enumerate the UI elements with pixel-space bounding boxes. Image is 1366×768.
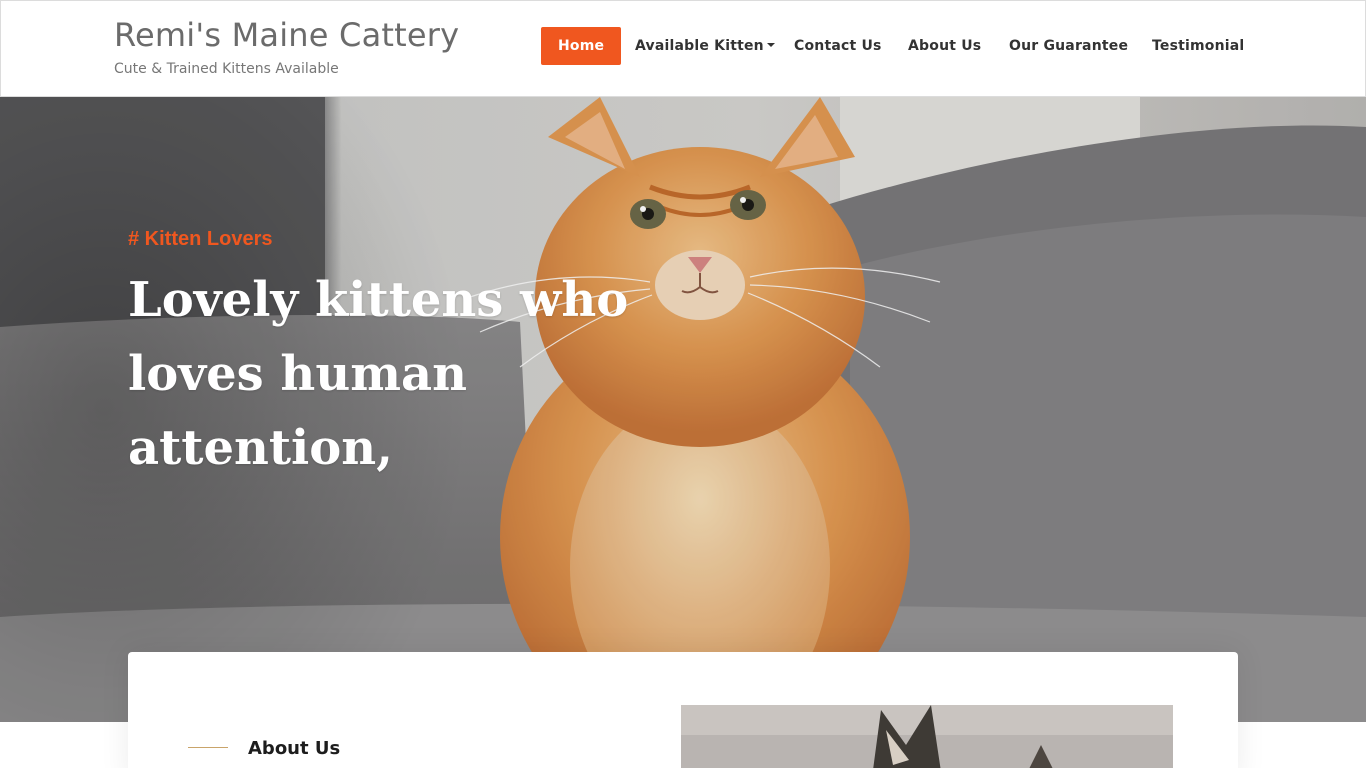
about-kitten-photo xyxy=(681,705,1173,768)
about-divider xyxy=(188,747,228,748)
nav-our-guarantee-label: Our Guarantee xyxy=(1009,38,1129,54)
about-section-card: About Us xyxy=(128,652,1238,768)
caret-down-icon xyxy=(766,43,775,47)
nav-contact-us[interactable]: Contact Us xyxy=(794,27,882,65)
nav-testimonial[interactable]: Testimonial xyxy=(1152,27,1244,65)
hero-banner: # Kitten Lovers Lovely kittens who loves… xyxy=(0,97,1366,722)
hero-kicker: # Kitten Lovers xyxy=(128,228,273,250)
nav-testimonial-label: Testimonial xyxy=(1152,38,1245,54)
nav-available-kitten-label: Available Kitten xyxy=(635,38,764,54)
site-tagline: Cute & Trained Kittens Available xyxy=(114,61,339,77)
site-title[interactable]: Remi's Maine Cattery xyxy=(114,16,459,54)
about-section-title: About Us xyxy=(248,738,341,759)
nav-home[interactable]: Home xyxy=(541,27,622,65)
nav-contact-us-label: Contact Us xyxy=(794,38,882,54)
nav-about-us-label: About Us xyxy=(908,38,982,54)
site-header: Remi's Maine Cattery Cute & Trained Kitt… xyxy=(0,0,1366,97)
nav-available-kitten[interactable]: Available Kitten xyxy=(635,27,775,65)
nav-about-us[interactable]: About Us xyxy=(908,27,981,65)
about-photo-illustration xyxy=(681,705,1173,768)
hero-heading: Lovely kittens who loves human attention… xyxy=(128,272,629,476)
nav-our-guarantee[interactable]: Our Guarantee xyxy=(1009,27,1128,65)
nav-home-label: Home xyxy=(558,38,605,54)
